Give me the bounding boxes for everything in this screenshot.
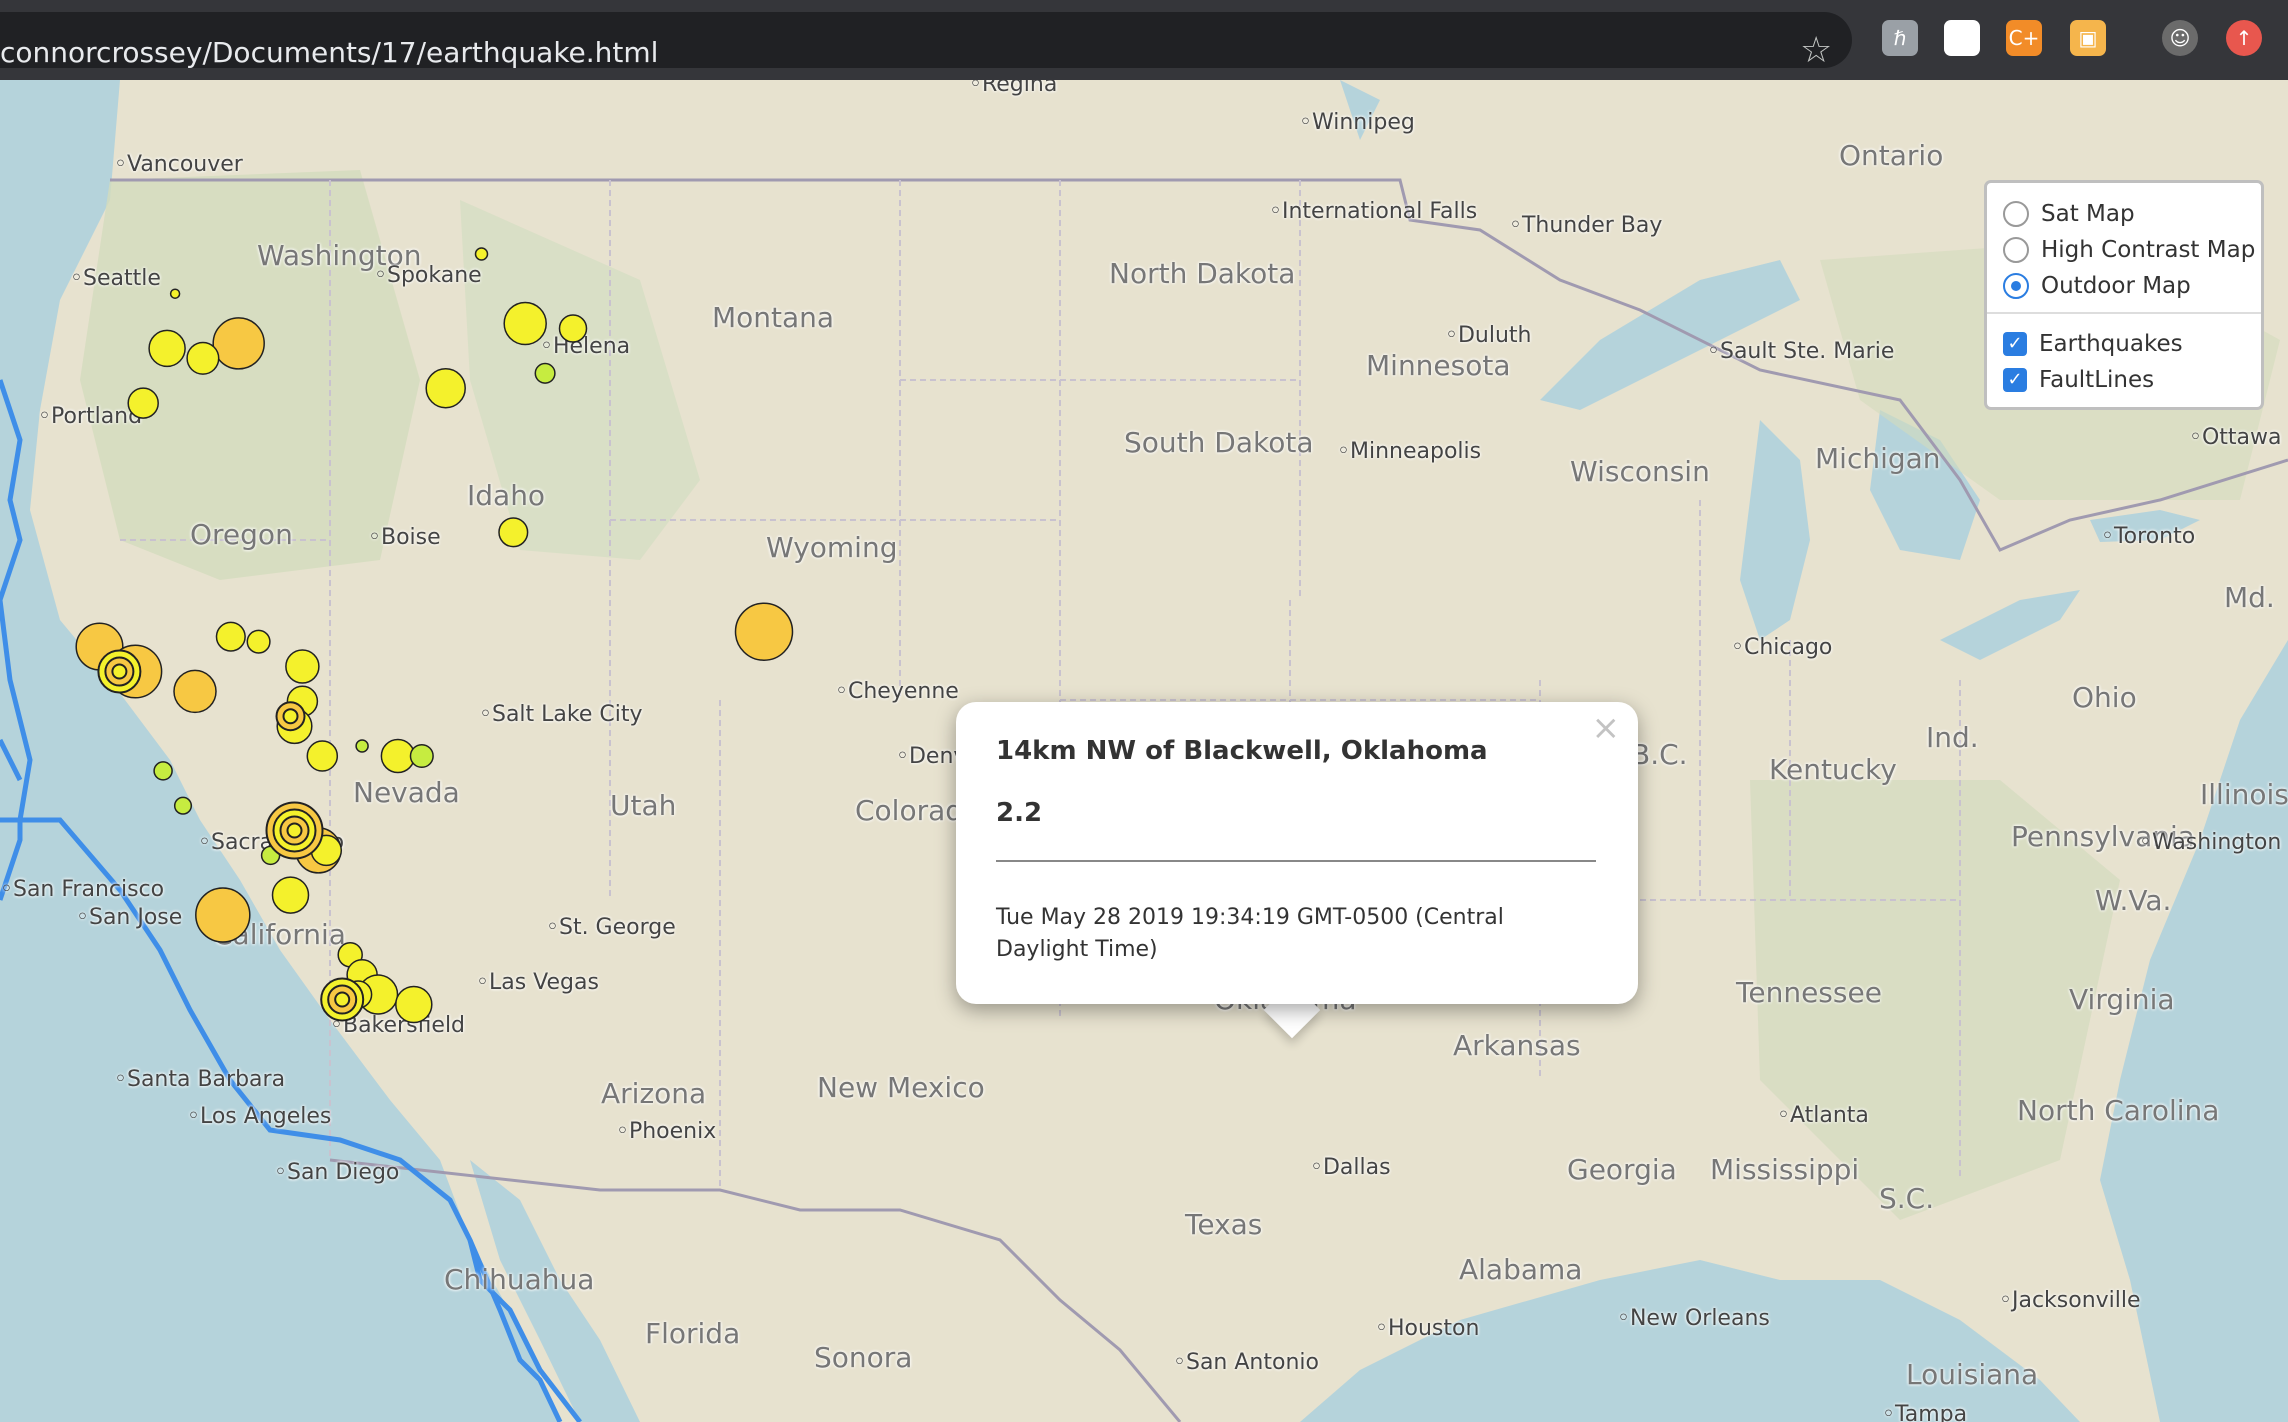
base-layer-sat-map[interactable]: Sat Map [2003,199,2135,229]
earthquake-marker[interactable] [409,743,434,769]
extension-4-icon[interactable]: ▣ [2070,20,2106,56]
base-layer-high-contrast-map[interactable]: High Contrast Map [2003,235,2255,265]
earthquake-marker[interactable] [395,985,433,1024]
earthquake-cluster-marker[interactable] [282,708,299,725]
earthquake-marker[interactable] [558,314,588,343]
high-contrast-map-radio[interactable] [2003,237,2029,263]
earthquake-marker[interactable] [186,341,220,375]
earthquake-marker[interactable] [285,649,320,684]
profile-avatar-icon[interactable]: ☺ [2162,20,2198,56]
earthquake-marker[interactable] [169,288,181,299]
high-contrast-map-label[interactable]: High Contrast Map [2041,237,2255,263]
earthquake-marker[interactable] [271,876,310,914]
update-icon[interactable]: ↑ [2226,20,2262,56]
faultlines-checkbox[interactable]: ✓ [2003,368,2027,392]
outdoor-map-radio[interactable] [2003,273,2029,299]
popup-divider [996,860,1596,862]
browser-toolbar: connorcrossey/Documents/17/earthquake.ht… [0,0,2288,80]
earthquake-marker[interactable] [173,796,193,815]
earthquakes-label[interactable]: Earthquakes [2039,331,2183,357]
outdoor-map-label[interactable]: Outdoor Map [2041,273,2191,299]
earthquake-marker[interactable] [153,761,173,781]
earthquake-marker[interactable] [195,887,251,943]
earthquake-marker[interactable] [212,317,265,370]
earthquake-cluster-marker[interactable] [286,822,303,839]
popup-time: Tue May 28 2019 19:34:19 GMT-0500 (Centr… [996,905,1504,962]
sat-map-label[interactable]: Sat Map [2041,201,2135,227]
map-container[interactable]: Washington Montana North Dakota Minnesota So… [0,80,2288,1422]
extension-2-icon[interactable]: {·} [1944,20,1980,56]
earthquake-marker[interactable] [734,602,794,661]
earthquake-marker[interactable] [503,301,547,346]
earthquake-marker[interactable] [215,621,246,652]
earthquake-marker[interactable] [474,247,489,261]
earthquake-marker[interactable] [173,669,217,714]
overlay-earthquakes[interactable]: ✓ Earthquakes [2003,329,2183,359]
overlay-faultlines[interactable]: ✓ FaultLines [2003,365,2154,395]
earthquake-marker[interactable] [380,738,416,774]
extension-1-icon[interactable]: ℏ [1882,20,1918,56]
sat-map-radio[interactable] [2003,201,2029,227]
earthquake-marker[interactable] [355,739,369,753]
earthquake-marker[interactable] [148,329,186,368]
close-icon[interactable]: × [1592,708,1621,748]
faultlines-label[interactable]: FaultLines [2039,367,2154,393]
earthquakes-checkbox[interactable]: ✓ [2003,332,2027,356]
earthquake-popup: × 14km NW of Blackwell, Oklahoma 2.2 Tue… [956,702,1638,1004]
layer-control: Sat Map High Contrast Map Outdoor Map ✓ … [1984,180,2264,410]
extension-3-icon[interactable]: C+ [2006,20,2042,56]
earthquake-cluster-marker[interactable] [334,991,351,1008]
popup-magnitude: 2.2 [996,798,1043,828]
url-text[interactable]: connorcrossey/Documents/17/earthquake.ht… [0,36,658,69]
base-layer-outdoor-map[interactable]: Outdoor Map [2003,271,2191,301]
earthquake-marker[interactable] [306,740,339,772]
address-bar[interactable]: connorcrossey/Documents/17/earthquake.ht… [0,12,1852,71]
popup-title: 14km NW of Blackwell, Oklahoma [996,736,1488,766]
earthquake-cluster-marker[interactable] [111,663,128,680]
earthquake-marker[interactable] [498,517,529,548]
layer-control-separator [1987,312,2261,314]
earthquake-marker[interactable] [425,367,466,409]
earthquake-marker[interactable] [127,387,159,419]
star-icon[interactable]: ☆ [1800,30,1832,71]
earthquake-marker[interactable] [246,629,271,654]
earthquake-marker[interactable] [534,362,556,384]
